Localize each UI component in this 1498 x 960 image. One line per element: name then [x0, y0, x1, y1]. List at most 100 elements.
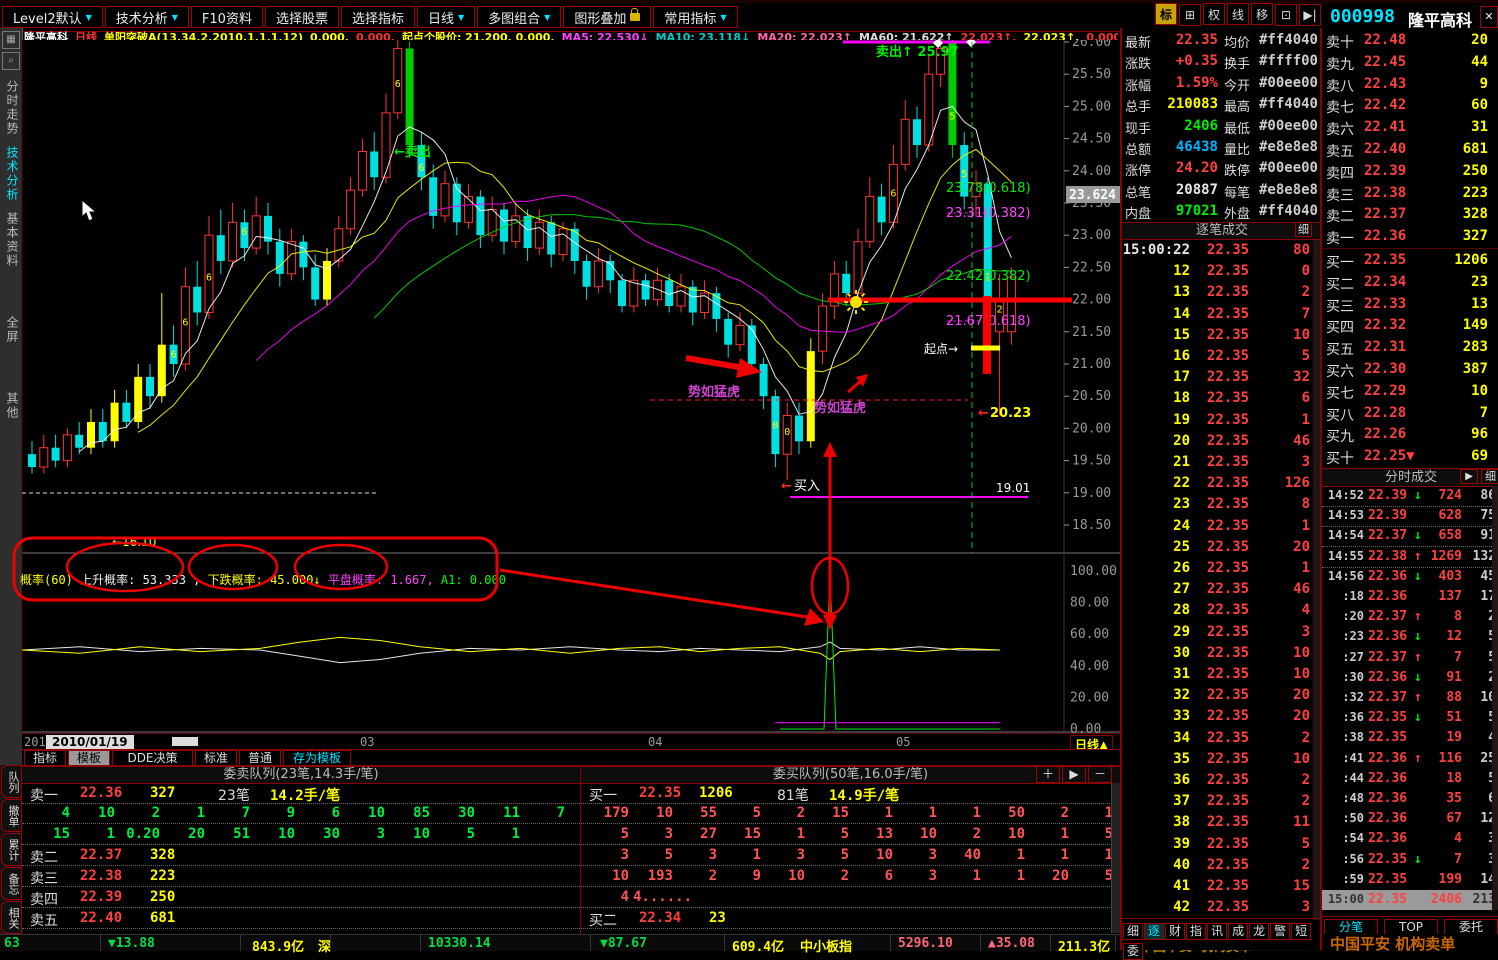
tab-指标[interactable]: 指标 [24, 750, 66, 765]
tool-icon-⊡[interactable]: ⊡ [1275, 3, 1297, 26]
menu-item-Level2默认[interactable]: Level2默认 ▼ [2, 6, 103, 28]
level-row: 卖十 22.48 20 [1326, 32, 1488, 51]
svg-text:6: 6 [324, 279, 330, 290]
svg-text:24.00: 24.00 [1072, 164, 1111, 179]
svg-text:100.00: 100.00 [1070, 564, 1117, 579]
tab-存为模板[interactable]: 存为模板 [283, 750, 351, 765]
queue-tab-撤单[interactable]: 撤单 [1, 799, 22, 832]
mini-tab-委[interactable]: 委 [1123, 943, 1144, 960]
menu-item-F10资料[interactable]: F10资料 [190, 6, 263, 28]
mini-tab-警[interactable]: 警 [1270, 923, 1291, 940]
queue-row: 15 1 0.20 20 51 10 30 3 10 5 1 [22, 824, 580, 845]
chart-annotation: 23.78(0.618) [946, 181, 1031, 196]
tool-icon-标[interactable]: 标 [1155, 3, 1177, 25]
candlestick-chart[interactable]: 26.0025.5025.0024.5024.0023.5023.0022.50… [0, 40, 1122, 733]
x-axis[interactable]: 2010/02010/01/19030405日线▲ [22, 733, 1120, 754]
fs-more-button[interactable]: 细 [1481, 469, 1498, 484]
tick-row: 20 22.35 46 [1173, 432, 1310, 449]
tick-row: 18 22.35 6 [1173, 390, 1310, 407]
fs-row: :3022.36↓912 [1342, 669, 1496, 685]
tool-icon-线[interactable]: 线 [1227, 3, 1249, 25]
svg-text:6: 6 [88, 433, 94, 444]
level-row: 买七 22.29 10 [1326, 382, 1488, 402]
order-book-panel: 卖十 22.48 20 卖九 22.45 44 卖八 22.43 9 卖七 22.42 60 卖六 22.… [1320, 28, 1498, 953]
mini-tab-讯[interactable]: 讯 [1207, 923, 1228, 940]
mini-tab-成[interactable]: 成 [1228, 923, 1249, 940]
fs-row: :3822.35194 [1342, 730, 1496, 746]
menu-item-技术分析[interactable]: 技术分析 ▼ [104, 6, 189, 28]
chart-annotation: 起点→ [924, 342, 958, 356]
mini-tab-短[interactable]: 短 [1291, 923, 1312, 940]
menu-item-常用指标[interactable]: 常用指标 ▼ [653, 6, 738, 28]
date-selected-box[interactable]: 2010/01/19 [46, 735, 134, 749]
tab-DDE决策[interactable]: DDE决策 [112, 750, 193, 765]
queue-btn-1[interactable]: ▶ [1062, 766, 1086, 783]
svg-text:20.50: 20.50 [1072, 389, 1111, 404]
queue-tab-累计[interactable]: 累计 [1, 833, 22, 866]
tool-icon-▶|[interactable]: ▶| [1299, 3, 1321, 26]
queue-tab-备忘[interactable]: 备忘 [1, 867, 22, 900]
tab-模板[interactable]: 模板 [68, 750, 110, 765]
mini-tab-逐[interactable]: 逐 [1144, 923, 1165, 940]
tick-row: 13 22.35 2 [1173, 284, 1310, 301]
h-scrollbar[interactable] [172, 737, 198, 746]
tick-row: 38 22.35 11 [1173, 814, 1310, 831]
mini-tab-指[interactable]: 指 [1186, 923, 1207, 940]
chart-annotation: ← [978, 406, 989, 421]
tool-icon-移[interactable]: 移 [1251, 3, 1273, 25]
tab-分笔[interactable]: 分笔 [1324, 919, 1378, 934]
v-scrollbar[interactable] [1111, 783, 1120, 933]
close-icon[interactable]: ✕ [1480, 6, 1498, 28]
menu-item-日线[interactable]: 日线 ▼ [416, 6, 476, 28]
queue-btn-2[interactable]: － [1088, 766, 1112, 783]
svg-text:8: 8 [159, 369, 165, 380]
mini-tab-细[interactable]: 细 [1123, 923, 1144, 940]
mini-tab-龙[interactable]: 龙 [1249, 923, 1270, 940]
up-arrow-icon: ↑ [1414, 609, 1422, 625]
status-item: 10330.14 [428, 936, 491, 951]
level-row: 卖二 22.37 328 [1326, 206, 1488, 226]
tool-icon-权[interactable]: 权 [1203, 3, 1225, 25]
tab-委托[interactable]: 委托 [1444, 919, 1498, 934]
tool-icon-⊞[interactable]: ⊞ [1179, 3, 1201, 26]
chevron-down-icon: ▼ [720, 12, 727, 22]
status-item: 843.9亿 [252, 940, 305, 955]
tab-TOP[interactable]: TOP [1384, 919, 1438, 934]
fs-scrollbar[interactable] [1492, 486, 1498, 910]
queue-btn-0[interactable]: ＋ [1036, 766, 1060, 783]
tick-row: 19 22.35 1 [1173, 411, 1310, 428]
svg-text:26.00: 26.00 [1072, 40, 1111, 50]
menu-item-选择股票[interactable]: 选择股票 [264, 6, 339, 28]
svg-text:23.00: 23.00 [1072, 228, 1111, 243]
svg-text:60.00: 60.00 [1070, 627, 1109, 642]
up-arrow-icon: ↑ [1414, 750, 1422, 766]
menu-item-选择指标[interactable]: 选择指标 [340, 6, 415, 28]
tick-row: 37 22.35 2 [1173, 793, 1310, 810]
queue-tab-相关[interactable]: 相关 [1, 901, 22, 934]
info-row: 总笔 20887 每笔 #e8e8e8 [1125, 181, 1318, 201]
tick-more-button[interactable]: 细 [1295, 222, 1312, 237]
queue-row: 卖一 22.36 327 23笔 14.2手/笔 [22, 783, 580, 804]
fs-row: :59 22.35 199 14 [1342, 871, 1496, 887]
status-item: 211.3亿 [1058, 940, 1111, 955]
x-axis-label: 04 [648, 735, 663, 749]
level-row: 买六 22.30 387 [1326, 361, 1488, 380]
queue-tab-队列[interactable]: 队列 [1, 765, 22, 798]
info-row: 涨跌 +0.35 换手 #ffff00 [1125, 53, 1318, 73]
tab-普通[interactable]: 普通 [239, 750, 281, 765]
level-row: 买三 22.33 13 [1326, 295, 1488, 315]
tick-row: 15 22.35 10 [1173, 326, 1310, 343]
level-row: 卖六 22.41 31 [1326, 119, 1488, 139]
tab-标准[interactable]: 标准 [195, 750, 237, 765]
chevron-down-icon: ▼ [544, 12, 551, 22]
menu-item-多图组合[interactable]: 多图组合 ▼ [477, 6, 562, 28]
svg-text:20.00: 20.00 [1070, 690, 1109, 705]
tick-row: 36 22.35 2 [1173, 772, 1310, 788]
mini-tab-财[interactable]: 财 [1165, 923, 1186, 940]
chart-annotation: 卖出↑ 25.97 [876, 44, 959, 60]
up-arrow-icon: ↑ [1414, 649, 1422, 665]
menu-item-label: 选择股票 [275, 11, 328, 27]
menu-item-图形叠加[interactable]: 图形叠加 [563, 6, 652, 28]
fs-next-button[interactable]: ▶ [1460, 469, 1478, 484]
svg-text:6: 6 [112, 420, 118, 431]
